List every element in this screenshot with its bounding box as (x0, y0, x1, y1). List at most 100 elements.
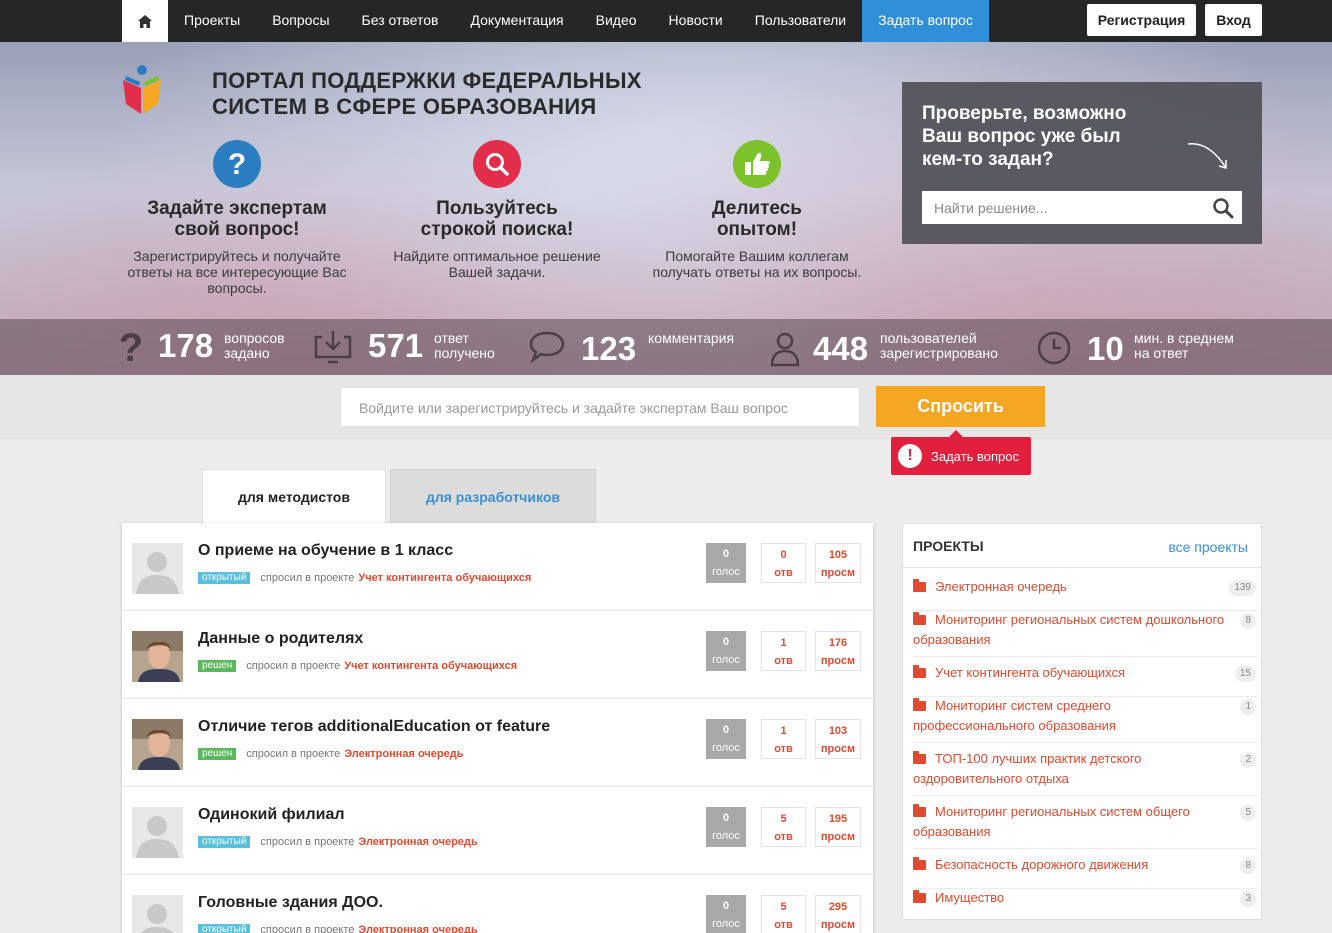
project-name[interactable]: Учет контингента обучающихся (935, 665, 1125, 680)
views-count: 103 (828, 725, 848, 737)
status-badge: открытый (198, 924, 251, 933)
answers-label: отв (774, 567, 793, 579)
feature-text: Найдите оптимальное решение Вашей задачи… (393, 248, 601, 280)
ask-button[interactable]: Спросить (876, 386, 1045, 427)
project-link[interactable]: Учет контингента обучающихся (358, 572, 531, 584)
views-count: 105 (828, 549, 848, 561)
nav-item-ask-question[interactable]: Задать вопрос (862, 0, 989, 42)
project-name[interactable]: Имущество (935, 890, 1004, 905)
views-label: просм (820, 919, 856, 931)
answers-counter: 1 отв (761, 631, 806, 671)
question-meta: открытый спросил в проекте Электронная о… (198, 924, 478, 933)
project-count: 8 (1240, 858, 1256, 874)
views-label: просм (820, 655, 856, 667)
question-meta: открытый спросил в проекте Учет континге… (198, 572, 531, 584)
question-item[interactable]: Одинокий филиал открытый спросил в проек… (122, 787, 873, 875)
search-panel-title: Проверьте, возможно Ваш вопрос уже был к… (922, 103, 1127, 170)
question-title[interactable]: Отличие тегов additionalEducation от fea… (198, 718, 550, 736)
answers-count: 5 (780, 813, 787, 825)
project-item[interactable]: Безопасность дорожного движения 8 (913, 855, 1258, 889)
question-item[interactable]: Данные о родителях решен спросил в проек… (122, 611, 873, 699)
stat-label: мин. в среднем на ответ (1134, 331, 1234, 361)
login-button[interactable]: Вход (1205, 4, 1262, 36)
project-name[interactable]: Электронная очередь (935, 579, 1067, 594)
svg-text:?: ? (228, 149, 246, 179)
clock-icon (1037, 331, 1071, 365)
download-icon (314, 331, 352, 364)
project-name[interactable]: Мониторинг региональных систем общего об… (913, 804, 1190, 839)
views-count: 195 (828, 813, 848, 825)
views-label: просм (820, 831, 856, 843)
question-item[interactable]: Отличие тегов additionalEducation от fea… (122, 699, 873, 787)
nav-item-documentation[interactable]: Документация (454, 0, 579, 42)
projects-panel: ПРОЕКТЫ все проекты Электронная очередь … (902, 523, 1262, 920)
project-name[interactable]: Безопасность дорожного движения (935, 857, 1148, 872)
all-projects-link[interactable]: все проекты (1168, 539, 1248, 555)
answers-counter: 0 отв (761, 543, 806, 583)
project-item[interactable]: Мониторинг систем среднего профессиональ… (913, 696, 1258, 743)
project-link[interactable]: Учет контингента обучающихся (344, 660, 517, 672)
nav-item-video[interactable]: Видео (580, 0, 653, 42)
stats-bar: ? 178 вопросов задано 571 ответ получено 1… (0, 319, 1332, 375)
project-count: 15 (1234, 666, 1256, 682)
project-count: 139 (1229, 580, 1256, 596)
nav-item-questions[interactable]: Вопросы (256, 0, 345, 42)
views-counter: 105 просм (815, 543, 861, 583)
votes-counter: 0 голос (706, 895, 746, 933)
question-icon: ? (213, 140, 261, 188)
project-name[interactable]: Мониторинг систем среднего профессиональ… (913, 698, 1116, 733)
asked-text: спросил в проекте (260, 836, 355, 848)
answers-counter: 5 отв (761, 895, 806, 933)
project-item[interactable]: Учет контингента обучающихся 15 (913, 663, 1258, 697)
question-title[interactable]: Одинокий филиал (198, 806, 345, 824)
svg-text:?: ? (120, 329, 142, 365)
nav-item-news[interactable]: Новости (653, 0, 739, 42)
register-button[interactable]: Регистрация (1087, 4, 1196, 36)
search-input[interactable]: Найти решение... (922, 191, 1242, 224)
tab-methodologists[interactable]: для методистов (202, 469, 386, 525)
project-link[interactable]: Электронная очередь (358, 836, 477, 848)
feature-title: Задайте экспертам свой вопрос! (117, 198, 357, 240)
search-icon[interactable] (1212, 197, 1234, 219)
question-item[interactable]: О приеме на обучение в 1 класс открытый … (122, 523, 873, 611)
project-name[interactable]: Мониторинг региональных систем дошкольно… (913, 612, 1224, 647)
project-link[interactable]: Электронная очередь (358, 924, 477, 933)
portal-title-line2: СИСТЕМ В СФЕРЕ ОБРАЗОВАНИЯ (212, 94, 597, 119)
divider (903, 567, 1261, 568)
question-title[interactable]: Головные здания ДОО. (198, 894, 383, 912)
feature-title-line1: Делитесь (712, 198, 802, 219)
project-item[interactable]: Мониторинг региональных систем дошкольно… (913, 610, 1258, 657)
question-item[interactable]: Головные здания ДОО. открытый спросил в … (122, 875, 873, 933)
status-badge: решен (198, 660, 237, 672)
views-count: 176 (828, 637, 848, 649)
stat-label-line2: на ответ (1134, 345, 1189, 361)
asked-text: спросил в проекте (246, 660, 341, 672)
stat-label-line1: ответ (434, 330, 469, 346)
home-button[interactable] (122, 0, 168, 42)
project-item[interactable]: ТОП-100 лучших практик детского оздорови… (913, 749, 1258, 796)
question-title[interactable]: Данные о родителях (198, 630, 363, 648)
tab-developers[interactable]: для разработчиков (390, 469, 596, 523)
ask-question-input[interactable]: Войдите или зарегистрируйтесь и задайте … (340, 387, 860, 427)
nav-item-projects[interactable]: Проекты (168, 0, 256, 42)
project-item[interactable]: Электронная очередь 139 (913, 577, 1258, 611)
project-item[interactable]: Мониторинг региональных систем общего об… (913, 802, 1258, 849)
ask-tooltip[interactable]: ! Задать вопрос (891, 430, 1031, 475)
answers-label: отв (774, 831, 793, 843)
feature-search: Пользуйтесь строкой поиска! Найдите опти… (377, 140, 617, 280)
asked-text: спросил в проекте (246, 748, 341, 760)
project-name[interactable]: ТОП-100 лучших практик детского оздорови… (913, 751, 1141, 786)
project-item[interactable]: Имущество 3 (913, 888, 1258, 916)
views-label: просм (820, 567, 856, 579)
question-title[interactable]: О приеме на обучение в 1 класс (198, 542, 453, 560)
nav-item-unanswered[interactable]: Без ответов (346, 0, 455, 42)
user-icon (770, 332, 800, 367)
stat-number: 123 (581, 330, 637, 367)
arrow-down-right-icon (1187, 143, 1227, 169)
feature-title: Пользуйтесь строкой поиска! (377, 198, 617, 240)
nav-item-users[interactable]: Пользователи (739, 0, 862, 42)
stat-number: 178 (158, 327, 214, 364)
stat-label: пользователей зарегистрировано (880, 331, 998, 361)
folder-icon (913, 612, 926, 625)
project-link[interactable]: Электронная очередь (344, 748, 463, 760)
